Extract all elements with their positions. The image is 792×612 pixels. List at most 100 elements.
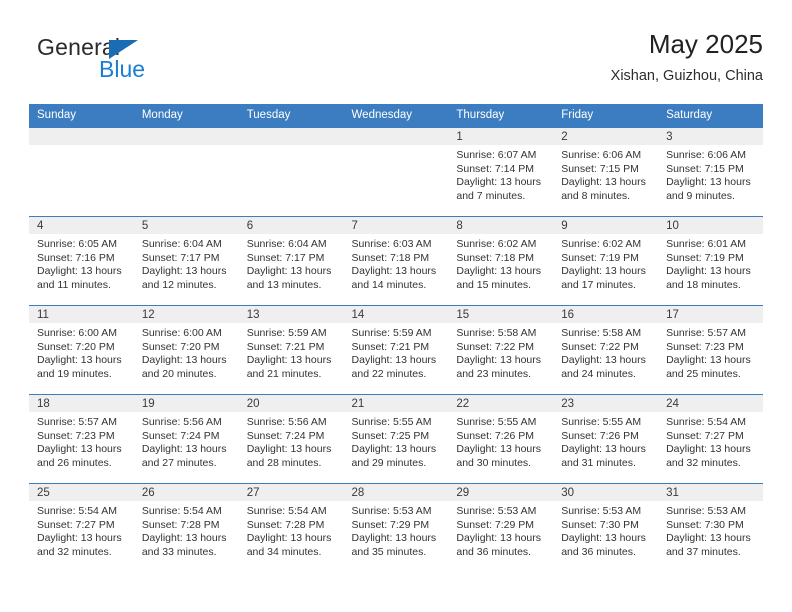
- day-detail-daylight-2: and 35 minutes.: [351, 545, 427, 558]
- day-detail-daylight-2: and 28 minutes.: [246, 456, 322, 469]
- day-detail-daylight-1: Daylight: 13 hours: [561, 443, 646, 456]
- day-number: 18: [29, 395, 134, 412]
- day-details: Sunrise: 5:59 AM Sunset: 7:21 PM Daylight:…: [239, 323, 344, 381]
- day-cell-inner: 12 Sunrise: 6:00 AM Sunset: 7:20 PM Dayligh…: [133, 306, 239, 394]
- day-detail-sunset: Sunset: 7:22 PM: [561, 340, 639, 353]
- page-subtitle: Xishan, Guizhou, China: [610, 68, 763, 84]
- day-details: Sunrise: 6:04 AM Sunset: 7:17 PM Daylight:…: [239, 234, 344, 292]
- day-details: Sunrise: 6:04 AM Sunset: 7:17 PM Daylight:…: [134, 234, 239, 292]
- calendar-day-cell[interactable]: 19 Sunrise: 5:56 AM Sunset: 7:24 PM Dayligh…: [133, 394, 239, 484]
- day-number: 25: [29, 484, 134, 501]
- day-details: Sunrise: 6:03 AM Sunset: 7:18 PM Daylight:…: [344, 234, 449, 292]
- title-block: May 2025 Xishan, Guizhou, China: [611, 28, 763, 86]
- calendar-day-cell[interactable]: 12 Sunrise: 6:00 AM Sunset: 7:20 PM Dayligh…: [133, 305, 239, 395]
- calendar-day-cell[interactable]: 23 Sunrise: 5:55 AM Sunset: 7:26 PM Dayligh…: [553, 394, 659, 484]
- weekday-header-tuesday: Tuesday: [238, 104, 344, 128]
- calendar-week-row: 11 Sunrise: 6:00 AM Sunset: 7:20 PM Dayligh…: [29, 305, 763, 395]
- day-number: [133, 128, 239, 145]
- day-detail-sunset: Sunset: 7:29 PM: [456, 518, 535, 531]
- day-cell-inner: 3 Sunrise: 6:06 AM Sunset: 7:15 PM Daylight…: [658, 128, 763, 216]
- day-details: Sunrise: 6:00 AM Sunset: 7:20 PM Daylight:…: [29, 323, 134, 381]
- calendar-day-cell[interactable]: 29 Sunrise: 5:53 AM Sunset: 7:29 PM Dayligh…: [448, 483, 554, 572]
- calendar-day-cell[interactable]: 3 Sunrise: 6:06 AM Sunset: 7:15 PM Daylight…: [658, 127, 763, 217]
- day-detail-daylight-1: Daylight: 13 hours: [351, 443, 437, 456]
- day-number: 19: [133, 395, 239, 412]
- day-detail-sunrise: Sunrise: 6:02 AM: [456, 238, 537, 250]
- day-cell-inner: 15 Sunrise: 5:58 AM Sunset: 7:22 PM Dayligh…: [448, 306, 554, 394]
- calendar-day-cell[interactable]: 26 Sunrise: 5:54 AM Sunset: 7:28 PM Dayligh…: [133, 483, 239, 572]
- day-cell-inner: 10 Sunrise: 6:01 AM Sunset: 7:19 PM Dayligh…: [658, 217, 763, 305]
- calendar-day-cell[interactable]: 13 Sunrise: 5:59 AM Sunset: 7:21 PM Dayligh…: [238, 305, 344, 395]
- calendar-day-cell[interactable]: 10 Sunrise: 6:01 AM Sunset: 7:19 PM Dayligh…: [658, 216, 763, 306]
- day-detail-daylight-2: and 22 minutes.: [351, 367, 427, 380]
- weekday-header-thursday: Thursday: [448, 104, 554, 128]
- day-detail-daylight-2: and 30 minutes.: [456, 456, 532, 469]
- day-detail-sunrise: Sunrise: 6:00 AM: [141, 327, 222, 339]
- calendar-day-cell[interactable]: 4 Sunrise: 6:05 AM Sunset: 7:16 PM Daylight…: [29, 216, 134, 306]
- day-number: 29: [448, 484, 554, 501]
- day-detail-daylight-2: and 32 minutes.: [666, 456, 741, 469]
- day-detail-daylight-1: Daylight: 13 hours: [141, 354, 227, 367]
- day-number: 6: [238, 217, 344, 234]
- calendar-day-cell[interactable]: 27 Sunrise: 5:54 AM Sunset: 7:28 PM Dayligh…: [238, 483, 344, 572]
- day-details: Sunrise: 5:55 AM Sunset: 7:25 PM Daylight:…: [344, 412, 449, 470]
- day-detail-sunset: Sunset: 7:21 PM: [351, 340, 430, 353]
- day-detail-daylight-2: and 15 minutes.: [456, 278, 532, 291]
- day-detail-daylight-2: and 24 minutes.: [561, 367, 636, 380]
- calendar-day-cell[interactable]: 11 Sunrise: 6:00 AM Sunset: 7:20 PM Dayligh…: [29, 305, 134, 395]
- calendar-day-cell[interactable]: 6 Sunrise: 6:04 AM Sunset: 7:17 PM Daylight…: [238, 216, 344, 306]
- calendar-day-cell[interactable]: 28 Sunrise: 5:53 AM Sunset: 7:29 PM Dayligh…: [343, 483, 449, 572]
- day-detail-sunrise: Sunrise: 5:59 AM: [246, 327, 327, 339]
- day-detail-daylight-2: and 9 minutes.: [666, 189, 735, 202]
- calendar-day-cell[interactable]: 31 Sunrise: 5:53 AM Sunset: 7:30 PM Dayligh…: [658, 483, 763, 572]
- calendar-day-cell[interactable]: 30 Sunrise: 5:53 AM Sunset: 7:30 PM Dayligh…: [553, 483, 659, 572]
- day-detail-daylight-1: Daylight: 13 hours: [456, 443, 542, 456]
- day-detail-sunset: Sunset: 7:26 PM: [561, 429, 639, 442]
- day-details: Sunrise: 6:05 AM Sunset: 7:16 PM Daylight:…: [29, 234, 134, 292]
- day-number: 16: [553, 306, 659, 323]
- calendar-day-cell[interactable]: 1 Sunrise: 6:07 AM Sunset: 7:14 PM Daylight…: [448, 127, 554, 217]
- calendar-day-cell[interactable]: 8 Sunrise: 6:02 AM Sunset: 7:18 PM Daylight…: [448, 216, 554, 306]
- calendar-day-cell-empty: [238, 127, 344, 217]
- day-details: Sunrise: 5:57 AM Sunset: 7:23 PM Daylight:…: [29, 412, 134, 470]
- calendar-day-cell[interactable]: 7 Sunrise: 6:03 AM Sunset: 7:18 PM Daylight…: [343, 216, 449, 306]
- day-detail-sunset: Sunset: 7:23 PM: [666, 340, 744, 353]
- calendar-day-cell[interactable]: 22 Sunrise: 5:55 AM Sunset: 7:26 PM Dayligh…: [448, 394, 554, 484]
- calendar-day-cell[interactable]: 24 Sunrise: 5:54 AM Sunset: 7:27 PM Dayligh…: [658, 394, 763, 484]
- calendar-day-cell[interactable]: 5 Sunrise: 6:04 AM Sunset: 7:17 PM Daylight…: [133, 216, 239, 306]
- day-detail-daylight-1: Daylight: 13 hours: [456, 532, 542, 545]
- day-detail-daylight-2: and 36 minutes.: [456, 545, 532, 558]
- day-detail-sunset: Sunset: 7:18 PM: [456, 251, 535, 264]
- day-detail-daylight-1: Daylight: 13 hours: [37, 265, 122, 278]
- day-detail-daylight-1: Daylight: 13 hours: [666, 354, 751, 367]
- calendar-day-cell[interactable]: 18 Sunrise: 5:57 AM Sunset: 7:23 PM Dayligh…: [29, 394, 134, 484]
- day-detail-daylight-1: Daylight: 13 hours: [246, 354, 332, 367]
- day-detail-sunrise: Sunrise: 5:57 AM: [37, 416, 117, 428]
- day-number: [343, 128, 449, 145]
- day-detail-sunrise: Sunrise: 6:02 AM: [561, 238, 642, 250]
- weekday-header-wednesday: Wednesday: [343, 104, 449, 128]
- calendar-day-cell[interactable]: 2 Sunrise: 6:06 AM Sunset: 7:15 PM Daylight…: [553, 127, 659, 217]
- day-details: Sunrise: 5:57 AM Sunset: 7:23 PM Daylight:…: [658, 323, 763, 381]
- brand-logo[interactable]: General Blue: [37, 34, 237, 90]
- calendar-day-cell[interactable]: 20 Sunrise: 5:56 AM Sunset: 7:24 PM Dayligh…: [238, 394, 344, 484]
- day-number: 30: [553, 484, 659, 501]
- day-number: 10: [658, 217, 763, 234]
- day-detail-sunset: Sunset: 7:18 PM: [351, 251, 430, 264]
- calendar-day-cell[interactable]: 17 Sunrise: 5:57 AM Sunset: 7:23 PM Dayligh…: [658, 305, 763, 395]
- calendar-day-cell[interactable]: 25 Sunrise: 5:54 AM Sunset: 7:27 PM Dayligh…: [29, 483, 134, 572]
- day-number: 12: [133, 306, 239, 323]
- day-detail-daylight-2: and 17 minutes.: [561, 278, 636, 291]
- calendar-header-row: Sunday Monday Tuesday Wednesday Thursday…: [29, 104, 763, 128]
- calendar-day-cell[interactable]: 15 Sunrise: 5:58 AM Sunset: 7:22 PM Dayligh…: [448, 305, 554, 395]
- calendar-day-cell[interactable]: 14 Sunrise: 5:59 AM Sunset: 7:21 PM Dayligh…: [343, 305, 449, 395]
- calendar-day-cell[interactable]: 21 Sunrise: 5:55 AM Sunset: 7:25 PM Dayligh…: [343, 394, 449, 484]
- day-number: 28: [343, 484, 449, 501]
- day-details: Sunrise: 5:54 AM Sunset: 7:27 PM Daylight:…: [29, 501, 134, 559]
- calendar-day-cell[interactable]: 9 Sunrise: 6:02 AM Sunset: 7:19 PM Daylight…: [553, 216, 659, 306]
- day-detail-daylight-1: Daylight: 13 hours: [561, 354, 646, 367]
- day-detail-sunset: Sunset: 7:25 PM: [351, 429, 430, 442]
- calendar-week-row: 18 Sunrise: 5:57 AM Sunset: 7:23 PM Dayligh…: [29, 394, 763, 484]
- day-detail-daylight-2: and 29 minutes.: [351, 456, 427, 469]
- calendar-day-cell[interactable]: 16 Sunrise: 5:58 AM Sunset: 7:22 PM Dayligh…: [553, 305, 659, 395]
